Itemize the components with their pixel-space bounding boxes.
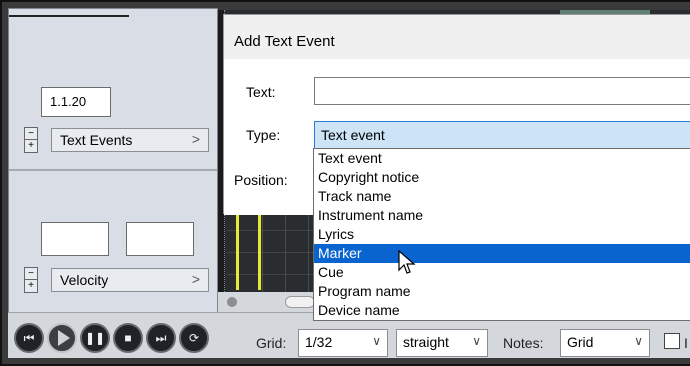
lane-type-label: Text Events — [60, 132, 133, 148]
grid-select[interactable]: 1/32 ∨ — [298, 329, 388, 357]
text-label: Text: — [246, 84, 276, 100]
type-select[interactable]: Text event — [314, 121, 690, 149]
swing-select[interactable]: straight ∨ — [396, 329, 488, 357]
velocity-bar[interactable] — [258, 212, 261, 290]
lane-type-select[interactable]: Text Events > — [51, 128, 209, 152]
grid-line — [262, 210, 263, 292]
scroll-thumb[interactable] — [285, 296, 315, 308]
swing-value: straight — [403, 334, 449, 350]
option-program-name[interactable]: Program name — [314, 282, 690, 301]
dialog-title: Add Text Event — [234, 33, 335, 50]
option-copyright-notice[interactable]: Copyright notice — [314, 168, 690, 187]
scroll-left-button[interactable] — [225, 295, 239, 309]
loop-icon[interactable]: ⟳ — [179, 323, 209, 353]
pause-icon[interactable]: ❚❚ — [80, 323, 110, 353]
option-instrument-name[interactable]: Instrument name — [314, 206, 690, 225]
play-button[interactable] — [47, 323, 77, 353]
grid-line — [285, 210, 286, 292]
option-lyrics[interactable]: Lyrics — [314, 225, 690, 244]
chevron-right-icon: > — [191, 271, 200, 287]
divider — [9, 15, 129, 17]
truncated-label: I — [684, 335, 688, 351]
option-track-name[interactable]: Track name — [314, 187, 690, 206]
lane-collapse-button[interactable]: − + — [24, 267, 38, 293]
mouse-pointer-icon — [398, 250, 416, 274]
notes-value: Grid — [567, 334, 594, 350]
text-input[interactable] — [314, 77, 690, 105]
lane-type-select[interactable]: Velocity > — [51, 268, 209, 292]
velocity-bar[interactable] — [236, 212, 239, 290]
type-dropdown-list[interactable]: Text event Copyright notice Track name I… — [313, 148, 690, 321]
lane-header-panel: 1.1.20 − + Text Events > − + Velocity > — [8, 8, 218, 358]
chevron-down-icon: ∨ — [372, 334, 381, 348]
position-display[interactable]: 1.1.20 — [41, 87, 111, 117]
type-value: Text event — [321, 127, 385, 143]
stop-icon[interactable]: ■ — [113, 323, 143, 353]
notes-select[interactable]: Grid ∨ — [560, 329, 650, 357]
notes-label: Notes: — [503, 335, 544, 351]
position-label: Position: — [234, 172, 288, 188]
type-label: Type: — [246, 127, 281, 143]
option-cue[interactable]: Cue — [314, 263, 690, 282]
chevron-right-icon: > — [191, 131, 200, 147]
velocity-box[interactable] — [126, 222, 194, 256]
grid-label: Grid: — [256, 335, 287, 351]
toolbar-checkbox[interactable] — [664, 333, 680, 349]
chevron-down-icon: ∨ — [634, 334, 643, 348]
option-text-event[interactable]: Text event — [314, 149, 690, 168]
skip-to-end-icon[interactable]: ⏭ — [146, 323, 176, 353]
play-icon — [58, 330, 70, 346]
skip-to-start-icon[interactable]: ⏮ — [14, 323, 44, 353]
chevron-down-icon: ∨ — [472, 334, 481, 348]
lane-collapse-button[interactable]: − + — [24, 127, 38, 153]
lane-type-label: Velocity — [60, 272, 109, 288]
velocity-box[interactable] — [41, 222, 109, 256]
grid-line — [308, 210, 309, 292]
option-marker[interactable]: Marker — [314, 244, 690, 263]
lane-divider[interactable] — [9, 169, 217, 171]
option-device-name[interactable]: Device name — [314, 301, 690, 320]
grid-value: 1/32 — [305, 334, 333, 350]
